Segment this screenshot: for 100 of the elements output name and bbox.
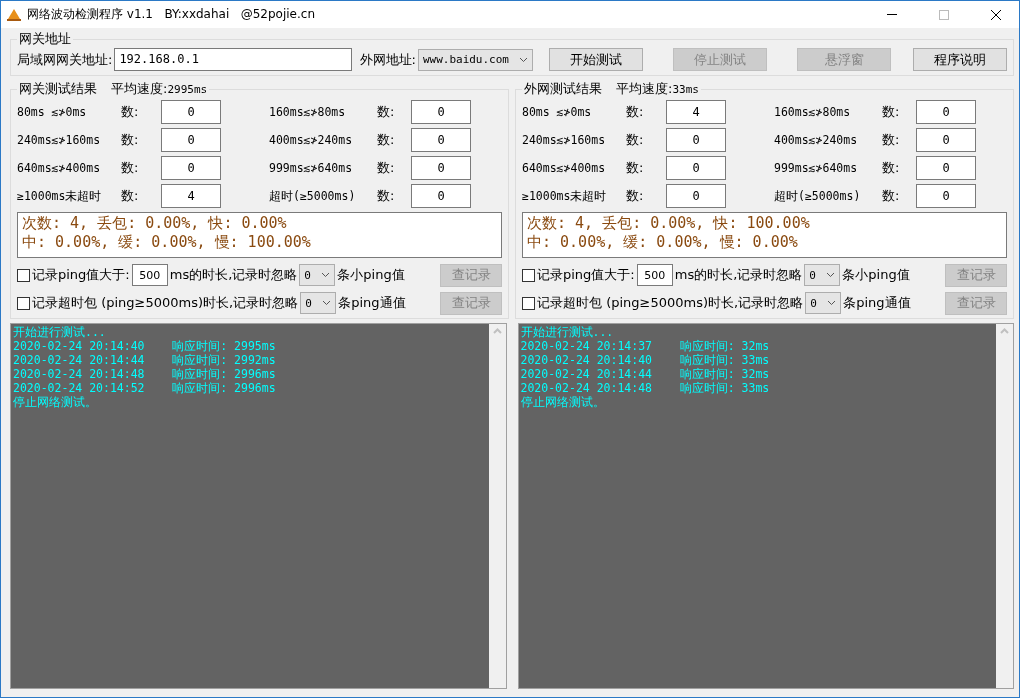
- scrollbar[interactable]: [488, 324, 506, 688]
- count-field[interactable]: 0: [411, 128, 471, 152]
- ignore-count-dropdown[interactable]: 0: [804, 264, 841, 286]
- range-label: 999ms≲≯640ms: [774, 161, 859, 175]
- log-line: 2020-02-24 20:14:48 响应时间: 33ms: [520, 381, 771, 395]
- count-label: 数:: [121, 131, 140, 149]
- group-title: 网关地址: [19, 30, 71, 48]
- scroll-up-icon[interactable]: [492, 328, 502, 334]
- count-field[interactable]: 0: [916, 156, 976, 180]
- range-label: 160ms≲≯80ms: [269, 105, 347, 119]
- log-line: 开始进行测试...: [13, 325, 107, 339]
- lan-gateway-label: 局域网网关地址:: [17, 50, 113, 69]
- log-line: 2020-02-24 20:14:40 响应时间: 2995ms: [13, 339, 277, 353]
- window-title: 网络波动检测程序 v1.1 BY:xxdahai @52pojie.cn: [27, 6, 316, 23]
- count-label: 数:: [626, 187, 645, 205]
- count-label: 数:: [882, 159, 901, 177]
- count-field[interactable]: 0: [666, 128, 726, 152]
- count-field[interactable]: 4: [161, 184, 221, 208]
- range-label: 400ms≲≯240ms: [269, 133, 354, 147]
- log-line: 2020-02-24 20:14:40 响应时间: 33ms: [520, 353, 771, 367]
- summary-line: 次数: 4, 丢包: 0.00%, 快: 100.00%: [527, 214, 811, 233]
- range-label: 240ms≲≯160ms: [522, 133, 607, 147]
- count-label: 数:: [377, 103, 396, 121]
- range-label: 80ms ≲≯0ms: [522, 105, 593, 119]
- scrollbar[interactable]: [996, 324, 1013, 688]
- checkbox[interactable]: [522, 296, 535, 310]
- count-field[interactable]: 0: [161, 128, 221, 152]
- close-icon: [991, 9, 1001, 20]
- chevron-down-icon: [321, 272, 331, 278]
- range-label: 超时(≥5000ms): [269, 188, 357, 204]
- count-field[interactable]: 4: [666, 100, 726, 124]
- count-label: 数:: [626, 131, 645, 149]
- range-label: 80ms ≲≯0ms: [17, 105, 88, 119]
- wan-address-label: 外网地址:: [359, 50, 416, 69]
- count-field[interactable]: 0: [411, 100, 471, 124]
- range-label: 400ms≲≯240ms: [774, 133, 859, 147]
- count-label: 数:: [121, 159, 140, 177]
- range-label: ≥1000ms未超时: [17, 188, 103, 204]
- range-label: 640ms≲≯400ms: [522, 161, 607, 175]
- count-field[interactable]: 0: [666, 184, 726, 208]
- summary-line: 次数: 4, 丢包: 0.00%, 快: 0.00%: [22, 214, 288, 233]
- action-button[interactable]: 开始测试: [549, 48, 643, 71]
- chevron-down-icon: [826, 272, 836, 278]
- option-label: 记录超时包 (ping≥5000ms)时长,记录时忽略: [537, 294, 804, 312]
- count-label: 数:: [121, 103, 140, 121]
- lan-gateway-field[interactable]: 192.168.0.1: [114, 48, 352, 71]
- average-speed: 平均速度:2995ms: [111, 80, 208, 98]
- log-line: 2020-02-24 20:14:48 响应时间: 2996ms: [13, 367, 277, 381]
- average-speed: 平均速度:33ms: [616, 80, 699, 98]
- count-field[interactable]: 0: [411, 156, 471, 180]
- summary-line: 中: 0.00%, 缓: 0.00%, 慢: 100.00%: [22, 233, 312, 252]
- option-label: 记录ping值大于:: [32, 266, 130, 284]
- threshold-field[interactable]: 500: [636, 264, 673, 286]
- count-field[interactable]: 0: [916, 184, 976, 208]
- count-field[interactable]: 0: [916, 128, 976, 152]
- ignore-count-dropdown[interactable]: 0: [300, 292, 337, 314]
- minimize-icon: [887, 14, 897, 15]
- count-label: 数:: [626, 103, 645, 121]
- range-label: 超时(≥5000ms): [774, 188, 862, 204]
- wan-address-dropdown[interactable]: www.baidu.com: [417, 48, 533, 71]
- ignore-count-dropdown[interactable]: 0: [299, 264, 336, 286]
- count-field[interactable]: 0: [666, 156, 726, 180]
- option-label: ms的时长,记录时忽略: [169, 266, 298, 284]
- count-field[interactable]: 0: [161, 100, 221, 124]
- app-icon: [7, 8, 21, 21]
- log-line: 停止网络测试。: [520, 395, 606, 409]
- count-label: 数:: [377, 187, 396, 205]
- log-line: 2020-02-24 20:14:52 响应时间: 2996ms: [13, 381, 277, 395]
- range-label: 240ms≲≯160ms: [17, 133, 102, 147]
- ignore-count-dropdown[interactable]: 0: [805, 292, 842, 314]
- log-line: 2020-02-24 20:14:44 响应时间: 2992ms: [13, 353, 277, 367]
- checkbox[interactable]: [17, 268, 30, 282]
- count-field[interactable]: 0: [161, 156, 221, 180]
- option-label: 条ping通值: [338, 294, 407, 312]
- count-label: 数:: [377, 159, 396, 177]
- option-label: 条小ping值: [842, 266, 911, 284]
- option-label: 记录ping值大于:: [537, 266, 635, 284]
- chevron-down-icon: [322, 300, 332, 306]
- count-field[interactable]: 0: [916, 100, 976, 124]
- log-line: 停止网络测试。: [13, 395, 98, 409]
- range-label: 640ms≲≯400ms: [17, 161, 102, 175]
- count-label: 数:: [882, 187, 901, 205]
- range-label: 999ms≲≯640ms: [269, 161, 354, 175]
- option-label: 条小ping值: [337, 266, 406, 284]
- option-label: 记录超时包 (ping≥5000ms)时长,记录时忽略: [32, 294, 299, 312]
- scroll-up-icon[interactable]: [1000, 328, 1009, 334]
- group-title: 网关测试结果: [19, 80, 97, 98]
- chevron-down-icon: [519, 56, 528, 63]
- checkbox[interactable]: [17, 296, 30, 310]
- checkbox[interactable]: [522, 268, 535, 282]
- option-label: ms的时长,记录时忽略: [674, 266, 803, 284]
- count-label: 数:: [882, 103, 901, 121]
- range-label: ≥1000ms未超时: [522, 188, 608, 204]
- maximize-icon: [939, 9, 949, 20]
- action-button[interactable]: 程序说明: [913, 48, 1007, 71]
- count-label: 数:: [121, 187, 140, 205]
- range-label: 160ms≲≯80ms: [774, 105, 852, 119]
- count-label: 数:: [626, 159, 645, 177]
- threshold-field[interactable]: 500: [131, 264, 168, 286]
- count-field[interactable]: 0: [411, 184, 471, 208]
